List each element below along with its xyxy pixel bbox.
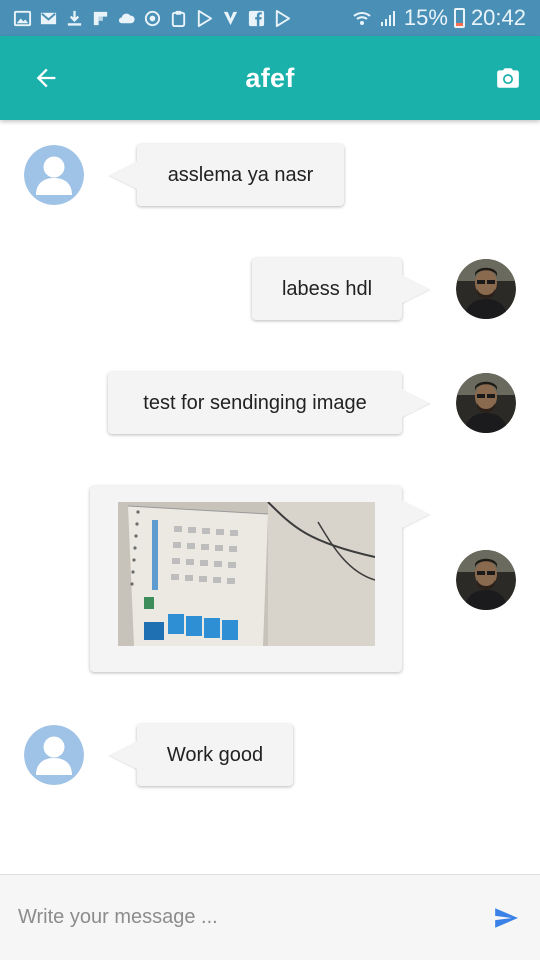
sync-icon (142, 8, 162, 28)
conversation-title: afef (245, 62, 295, 93)
gallery-icon (12, 8, 32, 28)
profile-photo-avatar[interactable] (456, 373, 516, 433)
message-list[interactable]: asslema ya nasr labess hdl test for send… (0, 120, 540, 874)
profile-photo-avatar[interactable] (456, 259, 516, 319)
message-bubble-sent[interactable]: labess hdl (252, 258, 402, 320)
message-text: labess hdl (281, 277, 373, 300)
play-store-icon (194, 8, 214, 28)
clipboard-icon (168, 8, 188, 28)
message-composer (0, 874, 540, 960)
facebook-icon (246, 8, 266, 28)
play-store-icon (272, 8, 292, 28)
calendar-photo[interactable] (118, 502, 375, 646)
gmail-icon (38, 8, 58, 28)
message-text: test for sendinging image (143, 391, 367, 414)
message-bubble-received[interactable]: asslema ya nasr (137, 144, 344, 206)
message-text: asslema ya nasr (167, 163, 314, 186)
flipboard-icon (90, 8, 110, 28)
camera-button[interactable] (494, 64, 522, 92)
message-input[interactable] (18, 906, 482, 929)
clock: 20:42 (470, 5, 526, 30)
wifi-icon (353, 12, 371, 25)
send-icon (495, 907, 518, 928)
back-button[interactable] (30, 62, 62, 94)
vlc-icon (220, 8, 240, 28)
message-bubble-image[interactable] (90, 486, 402, 672)
signal-icon (380, 11, 395, 26)
battery-percent: 15% (403, 5, 448, 30)
message-bubble-received[interactable]: Work good (137, 724, 293, 786)
battery-icon (453, 8, 465, 28)
arrow-left-icon (36, 68, 56, 88)
message-text: Work good (166, 743, 264, 766)
send-button[interactable] (490, 902, 522, 934)
app-bar: afef (0, 36, 540, 120)
status-bar: 15% 20:42 (0, 0, 540, 36)
default-user-avatar[interactable] (24, 725, 84, 785)
message-bubble-sent[interactable]: test for sendinging image (108, 372, 402, 434)
camera-icon (497, 68, 519, 88)
download-icon (64, 8, 84, 28)
notification-icons (12, 8, 292, 28)
cloud-icon (116, 8, 136, 28)
default-user-avatar[interactable] (24, 145, 84, 205)
system-status: 15% 20:42 (352, 5, 526, 31)
profile-photo-avatar[interactable] (456, 550, 516, 610)
